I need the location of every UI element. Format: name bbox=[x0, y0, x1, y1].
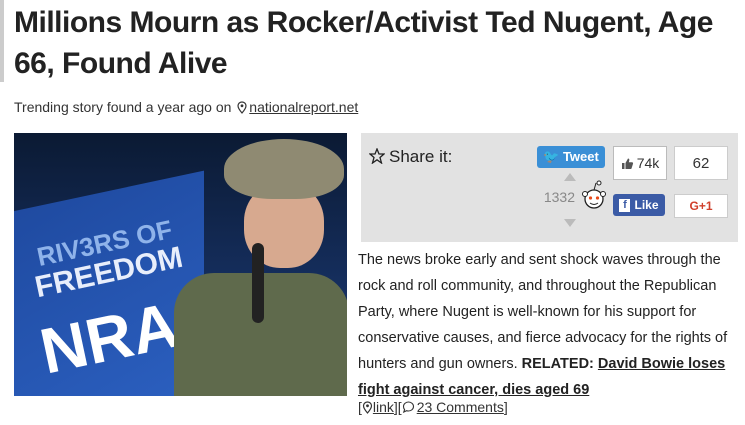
source-link[interactable]: nationalreport.net bbox=[249, 99, 358, 115]
byline: Trending story found a year ago on natio… bbox=[14, 99, 358, 115]
twitter-bird-icon: 🐦 bbox=[543, 149, 560, 164]
reddit-downvote-arrow[interactable] bbox=[564, 219, 576, 227]
article-body: The news broke early and sent shock wave… bbox=[358, 247, 740, 403]
comment-bubble-icon bbox=[402, 401, 414, 414]
share-panel: Share it: 🐦 Tweet 74k 62 1332 f Like G+1 bbox=[361, 133, 738, 242]
reddit-alien-icon[interactable] bbox=[581, 179, 607, 213]
gplus-count: 62 bbox=[674, 146, 728, 180]
thumbs-up-icon bbox=[621, 158, 633, 169]
tweet-button[interactable]: 🐦 Tweet bbox=[537, 146, 605, 168]
facebook-f-icon: f bbox=[619, 198, 631, 212]
star-icon bbox=[369, 148, 385, 164]
map-pin-icon bbox=[362, 401, 372, 414]
article-title: Millions Mourn as Rocker/Activist Ted Nu… bbox=[14, 6, 713, 80]
reddit-count: 1332 bbox=[543, 189, 575, 205]
reddit-upvote-arrow[interactable] bbox=[564, 173, 576, 181]
facebook-like-button[interactable]: f Like bbox=[613, 194, 665, 216]
article-links: [ link][ 23 Comments] bbox=[358, 399, 508, 415]
facebook-like-count: 74k bbox=[613, 146, 667, 180]
share-label: Share it: bbox=[369, 147, 452, 167]
title-accent-bar bbox=[0, 0, 4, 82]
person-hat bbox=[224, 139, 344, 199]
gplus-button[interactable]: G+1 bbox=[674, 194, 728, 218]
microphone bbox=[252, 243, 264, 323]
article-photo: RIV3RS OF FREEDOM NRA bbox=[14, 133, 347, 396]
byline-text: Trending story found a year ago on bbox=[14, 99, 232, 115]
article-paragraph: The news broke early and sent shock wave… bbox=[358, 252, 728, 372]
permalink[interactable]: link bbox=[373, 399, 394, 415]
related-label: RELATED: bbox=[521, 356, 594, 372]
map-pin-icon bbox=[237, 101, 247, 114]
comments-link[interactable]: 23 Comments bbox=[417, 399, 504, 415]
